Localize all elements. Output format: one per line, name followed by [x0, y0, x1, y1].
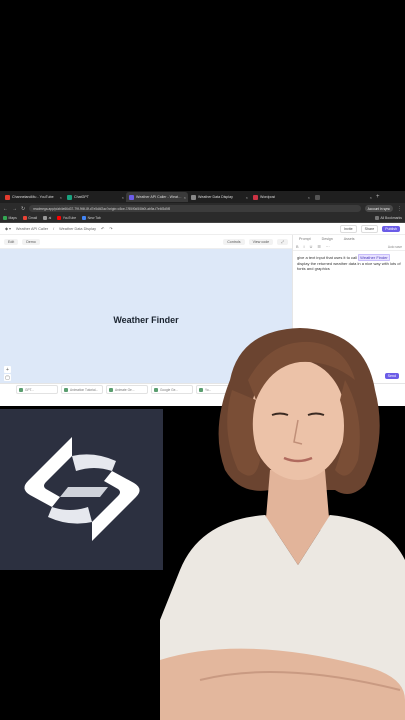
view-code-button[interactable]: View code: [248, 238, 274, 245]
editor-toolbar: Edit Demo Controls View code ⤢: [0, 235, 292, 249]
breadcrumb-project[interactable]: Weather API Caller: [16, 227, 48, 231]
file-tab[interactable]: Animation Tutorial...: [61, 385, 103, 394]
bookmark-gmail[interactable]: Gmail: [22, 216, 37, 220]
file-tab[interactable]: Animate Ge...: [106, 385, 148, 394]
zoom-controls: + ▢: [4, 366, 11, 381]
invite-button[interactable]: Invite: [340, 224, 357, 233]
tab-close-icon[interactable]: ×: [370, 195, 372, 200]
list-icon[interactable]: ☰: [317, 244, 320, 249]
tab-favicon-icon: [129, 194, 134, 200]
logo-block: [0, 409, 163, 570]
zoom-in-icon[interactable]: +: [4, 366, 11, 373]
bookmark-youtube[interactable]: YouTube: [57, 216, 76, 220]
browser-tab[interactable]: Weather API Caller - Weathe ×: [126, 192, 188, 202]
all-bookmarks[interactable]: All Bookmarks: [374, 216, 402, 220]
tab-label: Weather API Caller - Weathe: [136, 195, 182, 199]
bold-icon[interactable]: B: [296, 245, 299, 249]
fullscreen-icon[interactable]: ⤢: [277, 238, 288, 245]
italic-icon[interactable]: I: [304, 245, 305, 249]
edit-mode-chip[interactable]: Edit: [4, 238, 19, 245]
browser-tab[interactable]: ChannelandMu - YouTube ×: [2, 192, 64, 202]
redo-icon[interactable]: ↷: [109, 226, 112, 231]
browser-tab[interactable]: Weather Data Display ×: [188, 192, 250, 202]
tab-close-icon[interactable]: ×: [308, 195, 310, 200]
tab-favicon-icon: [67, 194, 72, 200]
share-button[interactable]: Share: [360, 224, 379, 233]
browser-tab[interactable]: Wordpost ×: [250, 192, 312, 202]
panel-tabs: Prompt Design Assets: [293, 235, 405, 243]
tab-label: Weather Data Display: [198, 195, 233, 199]
bookmark-ai[interactable]: ai: [43, 216, 51, 220]
address-bar: ← → ↻ readmega.app/p/ab4e66d37-79f-9f4f-…: [0, 203, 405, 214]
reload-icon[interactable]: ↻: [21, 206, 25, 212]
tab-favicon-icon: [253, 194, 258, 200]
tab-label: Wordpost: [260, 195, 276, 199]
prompt-text-before: give a text input that uses it to call: [297, 255, 359, 260]
demo-mode-chip[interactable]: Demo: [22, 238, 40, 245]
bookmark-maps[interactable]: Maps: [3, 216, 17, 220]
app-menu-icon[interactable]: ◆ ▾: [5, 226, 11, 231]
file-icon: [64, 387, 68, 392]
underline-icon[interactable]: U: [310, 245, 313, 249]
tab-prompt[interactable]: Prompt: [299, 237, 311, 241]
tab-bar: ChannelandMu - YouTube × ChatGPT × Weather A…: [0, 191, 405, 203]
url-input[interactable]: readmega.app/p/ab4e66d37-79f-9f4f-8f-d7e…: [29, 205, 361, 212]
tab-favicon-icon: [315, 194, 320, 200]
sync-button[interactable]: Account in sync: [364, 205, 393, 212]
format-toolbar: B I U ☰ ⋯ Auto save: [293, 243, 405, 251]
tab-label: ChannelandMu - YouTube: [12, 195, 54, 199]
tab-close-icon[interactable]: ×: [122, 195, 124, 200]
app-header: ◆ ▾ Weather API Caller / Weather Data Di…: [0, 223, 405, 235]
undo-icon[interactable]: ↶: [101, 226, 104, 231]
menu-icon[interactable]: ⋮: [397, 206, 402, 212]
prompt-textarea[interactable]: give a text input that uses it to call W…: [293, 251, 405, 276]
logo-icon: [24, 437, 140, 541]
tab-label: ChatGPT: [74, 195, 89, 199]
prompt-text-after: display the returned weather data in a n…: [297, 260, 401, 272]
breadcrumb-separator: /: [53, 226, 55, 231]
file-icon: [19, 387, 23, 392]
tab-design[interactable]: Design: [322, 237, 333, 241]
browser-tab[interactable]: ChatGPT ×: [64, 192, 126, 202]
tab-close-icon[interactable]: ×: [246, 195, 248, 200]
presenter-image: [160, 328, 405, 720]
publish-button[interactable]: Publish: [382, 225, 400, 232]
zoom-fit-icon[interactable]: ▢: [4, 374, 11, 381]
tab-favicon-icon: [5, 194, 10, 200]
bookmarks-bar: Maps Gmail ai YouTube New Tab All Bookma…: [0, 214, 405, 223]
tab-favicon-icon: [191, 194, 196, 200]
file-icon: [109, 387, 113, 392]
browser-tab[interactable]: ×: [312, 192, 374, 202]
file-tab[interactable]: GPT...: [16, 385, 58, 394]
tab-close-icon[interactable]: ×: [184, 195, 186, 200]
more-icon[interactable]: ⋯: [326, 244, 330, 249]
breadcrumb-file[interactable]: Weather Data Display: [59, 227, 96, 231]
controls-button[interactable]: Controls: [223, 238, 245, 245]
bookmark-new-tab[interactable]: New Tab: [82, 216, 101, 220]
tab-close-icon[interactable]: ×: [60, 195, 62, 200]
new-tab-icon[interactable]: +: [376, 194, 380, 200]
forward-icon[interactable]: →: [12, 206, 17, 212]
file-icon: [154, 387, 158, 392]
autosave-label: Auto save: [387, 244, 402, 249]
back-icon[interactable]: ←: [3, 206, 8, 212]
tab-assets[interactable]: Assets: [344, 237, 355, 241]
